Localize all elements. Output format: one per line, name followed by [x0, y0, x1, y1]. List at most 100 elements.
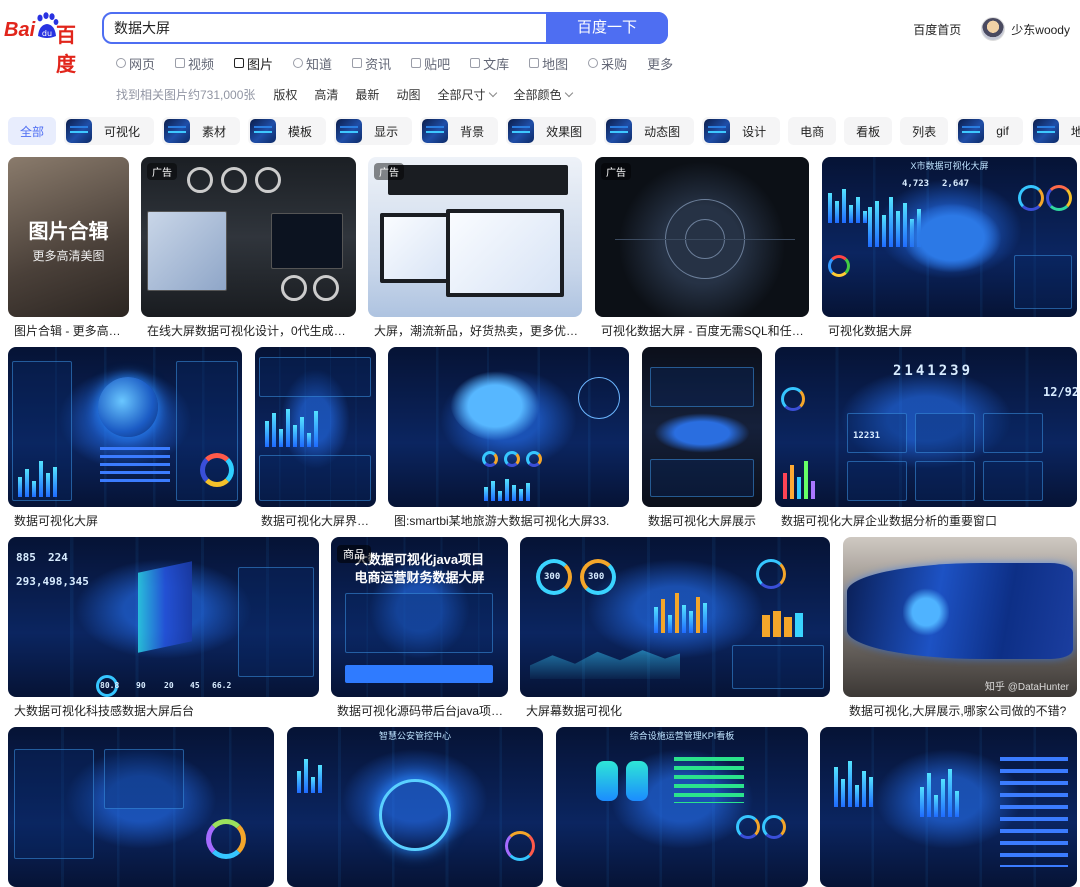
result-tile[interactable]: 数据可视化大屏展示: [642, 347, 762, 529]
result-tile[interactable]: 综合设施运营管理KPI看板: [556, 727, 808, 887]
globe-icon: [98, 377, 158, 437]
image-icon: [234, 58, 245, 68]
user-area: 百度首页 少东woody: [913, 16, 1070, 42]
chip-visualization[interactable]: 可视化: [64, 117, 155, 145]
result-image: 2141239 12/92 12231: [775, 347, 1077, 507]
filter-animated[interactable]: 动图: [396, 86, 420, 103]
chip-list[interactable]: 列表: [900, 117, 949, 145]
map-overlay: [903, 587, 949, 637]
chevron-down-icon: [565, 88, 574, 98]
nav-web[interactable]: 网页: [116, 54, 155, 72]
filter-size-dropdown[interactable]: 全部尺寸: [437, 86, 498, 103]
search-input[interactable]: [114, 14, 534, 42]
dashboard-title: 智慧公安管控中心: [378, 731, 451, 741]
result-image: 大数据可视化java项目 电商运营财务数据大屏 商品: [331, 537, 508, 697]
avatar[interactable]: [981, 17, 1006, 41]
result-caption[interactable]: 可视化数据大屏 - 百度无需SQL和任何编..: [601, 322, 807, 339]
filter-latest[interactable]: 最新: [355, 86, 379, 103]
result-caption[interactable]: 数据可视化大屏: [14, 512, 242, 529]
data-panel: [915, 413, 975, 453]
nav-news[interactable]: 资讯: [352, 54, 391, 72]
chip-gif[interactable]: gif: [956, 117, 1023, 145]
nav-zhidao[interactable]: 知道: [293, 54, 332, 72]
stat-value: 4,723: [902, 179, 930, 189]
result-caption[interactable]: 数据可视化,大屏展示,哪家公司做的不错?: [849, 702, 1077, 719]
filter-color-dropdown[interactable]: 全部颜色: [513, 86, 574, 103]
result-caption[interactable]: 数据可视化源码带后台java项目e...: [337, 702, 508, 719]
result-tile[interactable]: 300 300 大屏幕数据可视化: [520, 537, 830, 719]
gauge-icon: [313, 275, 339, 301]
logo-bai-text: Bai: [4, 19, 36, 41]
cockpit-screen: [147, 211, 227, 291]
nav-shopping[interactable]: 采购: [588, 54, 627, 72]
username[interactable]: 少东woody: [1011, 21, 1070, 38]
data-panel: [345, 593, 493, 653]
donut-chart: [828, 255, 850, 277]
chip-rendering[interactable]: 效果图: [506, 117, 597, 145]
result-tile[interactable]: 知乎 @DataHunter 数据可视化,大屏展示,哪家公司做的不错?: [843, 537, 1077, 719]
nav-label: 采购: [601, 56, 628, 72]
3d-building: [138, 561, 192, 653]
tieba-icon: [411, 58, 422, 68]
result-tile[interactable]: 广告 在线大屏数据可视化设计，0代生成，150...: [141, 157, 356, 339]
result-caption[interactable]: 数据可视化大屏展示: [648, 512, 762, 529]
result-tile[interactable]: 广告 大屏，潮流新品，好货热卖，更多优惠尽..: [368, 157, 582, 339]
filter-copyright[interactable]: 版权: [273, 86, 297, 103]
result-tile[interactable]: 智慧公安管控中心: [287, 727, 543, 887]
result-caption[interactable]: 数据可视化大屏界面...: [261, 512, 376, 529]
portal-ring: [379, 779, 451, 851]
nav-tieba[interactable]: 贴吧: [411, 54, 450, 72]
chip-design[interactable]: 设计: [702, 117, 781, 145]
result-tile[interactable]: 数据可视化大屏: [8, 347, 242, 529]
result-caption[interactable]: 可视化数据大屏: [828, 322, 1076, 339]
baidu-logo[interactable]: Bai du 百度: [4, 12, 88, 76]
nav-wenku[interactable]: 文库: [470, 54, 509, 72]
result-tile[interactable]: [820, 727, 1077, 887]
result-tile[interactable]: 广告 可视化数据大屏 - 百度无需SQL和任何编..: [595, 157, 809, 339]
chip-all[interactable]: 全部: [8, 117, 57, 145]
result-tile[interactable]: 2141239 12/92 12231 数据可视化大屏企业数据分析的重要窗口: [775, 347, 1077, 529]
data-panel: [650, 459, 754, 497]
result-image: [8, 727, 274, 887]
nav-video[interactable]: 视频: [175, 54, 214, 72]
nav-more[interactable]: 更多: [647, 54, 673, 72]
chip-thumbnail: [66, 119, 93, 143]
result-caption[interactable]: 大屏，潮流新品，好货热卖，更多优惠尽..: [374, 322, 580, 339]
result-caption[interactable]: 在线大屏数据可视化设计，0代生成，150...: [147, 322, 355, 339]
baidu-home-link[interactable]: 百度首页: [913, 21, 961, 38]
chip-display[interactable]: 显示: [334, 117, 413, 145]
chip-background[interactable]: 背景: [420, 117, 499, 145]
chip-board[interactable]: 看板: [844, 117, 893, 145]
chip-map[interactable]: 地图: [1030, 117, 1080, 145]
filter-bar: 找到相关图片约731,000张 版权 高清 最新 动图 全部尺寸 全部颜色: [116, 86, 589, 103]
monitor-illustration: [380, 213, 456, 283]
chip-template[interactable]: 模板: [248, 117, 327, 145]
nav-map[interactable]: 地图: [529, 54, 568, 72]
result-tile[interactable]: X市数据可视化大屏 4,723 2,647 可视化数据大屏: [822, 157, 1077, 339]
gauge-icon: [736, 815, 760, 839]
data-panel: [1014, 255, 1072, 309]
result-caption[interactable]: 图:smartbi某地旅游大数据可视化大屏33.: [394, 512, 629, 529]
result-image: [8, 347, 242, 507]
result-tile[interactable]: [8, 727, 274, 887]
nav-image[interactable]: 图片: [234, 54, 273, 72]
result-image: 广告: [368, 157, 582, 317]
result-caption[interactable]: 大屏幕数据可视化: [526, 702, 830, 719]
data-panel: [650, 367, 754, 407]
result-tile[interactable]: 图:smartbi某地旅游大数据可视化大屏33.: [388, 347, 629, 529]
chip-animated[interactable]: 动态图: [604, 117, 695, 145]
result-caption[interactable]: 大数据可视化科技感数据大屏后台: [14, 702, 319, 719]
filter-hd[interactable]: 高清: [314, 86, 338, 103]
data-panel: [259, 455, 371, 501]
chip-material[interactable]: 素材: [162, 117, 241, 145]
result-tile[interactable]: 885 224 293,498,345 80.8 90 20 45 66.2 大…: [8, 537, 319, 719]
search-button[interactable]: 百度一下: [546, 12, 668, 44]
result-caption[interactable]: 数据可视化大屏企业数据分析的重要窗口: [781, 512, 1077, 529]
result-tile[interactable]: 图片合辑 更多高清美图 图片合辑 - 更多高清...: [8, 157, 129, 339]
result-tile[interactable]: 数据可视化大屏界面...: [255, 347, 376, 529]
progress-list: [100, 447, 170, 487]
result-caption[interactable]: 图片合辑 - 更多高清...: [14, 322, 129, 339]
chip-ecommerce[interactable]: 电商: [788, 117, 837, 145]
result-image: X市数据可视化大屏 4,723 2,647: [822, 157, 1077, 317]
result-tile[interactable]: 大数据可视化java项目 电商运营财务数据大屏 商品 数据可视化源码带后台jav…: [331, 537, 508, 719]
